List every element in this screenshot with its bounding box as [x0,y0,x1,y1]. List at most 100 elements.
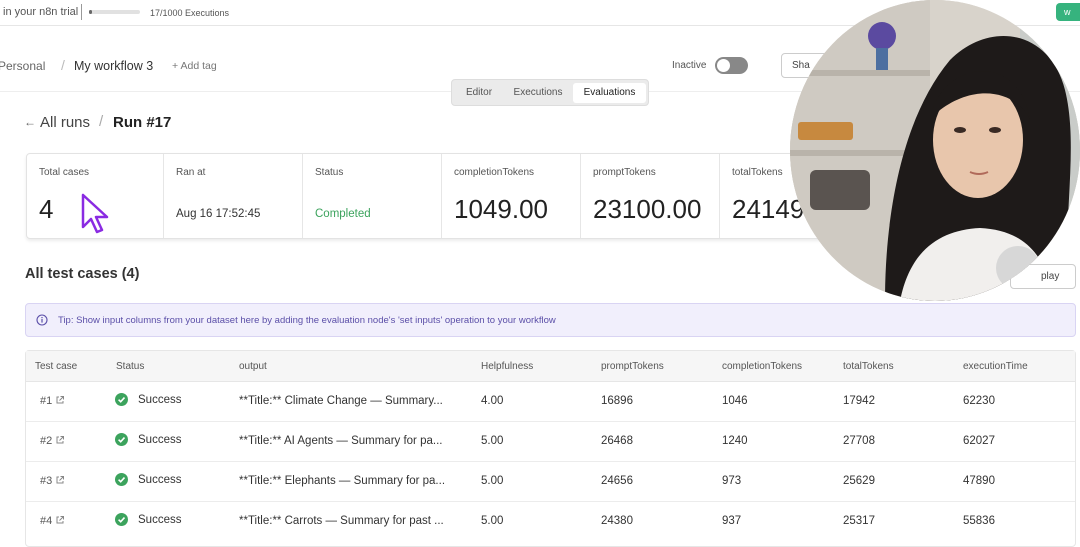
helpfulness-cell: 4.00 [481,395,504,407]
external-link-icon [56,436,65,444]
test-cases-table: Test case Status output Helpfulness prom… [25,350,1076,547]
info-icon [36,314,48,326]
completion-tokens-cell: 973 [722,475,742,487]
helpfulness-cell: 5.00 [481,515,504,527]
prompt-tokens-cell: 24656 [601,475,633,487]
ran-at-label: Ran at [176,167,206,178]
ran-at-card: Ran at Aug 16 17:52:45 [164,154,303,238]
execution-time-cell: 55836 [963,515,995,527]
toggle-knob [717,59,730,72]
ran-at-value: Aug 16 17:52:45 [176,208,261,220]
output-cell: **Title:** Climate Change — Summary... [239,395,443,407]
output-cell: **Title:** Elephants — Summary for pa... [239,475,446,487]
success-check-icon [115,473,128,486]
total-tokens-cell: 25317 [843,515,875,527]
tab-executions[interactable]: Executions [506,83,570,103]
trial-text: in your n8n trial [3,6,79,18]
total-tokens-cell: 27708 [843,435,875,447]
completion-tokens-cell: 1240 [722,435,748,447]
tip-text: Tip: Show input columns from your datase… [58,315,556,326]
test-case-link[interactable]: #4 [40,515,65,527]
prompt-tokens-label: promptTokens [593,167,656,178]
webcam-overlay [790,0,1080,301]
header-execution-time[interactable]: executionTime [963,361,1028,372]
test-case-link[interactable]: #2 [40,435,65,447]
completion-tokens-cell: 937 [722,515,742,527]
header-total-tokens[interactable]: totalTokens [843,361,894,372]
active-toggle[interactable] [715,57,748,74]
header-output[interactable]: output [239,361,267,372]
helpfulness-cell: 5.00 [481,475,504,487]
all-runs-link[interactable]: All runs [40,114,90,131]
status-value: Completed [315,208,371,220]
external-link-icon [56,396,65,404]
header-helpfulness[interactable]: Helpfulness [481,361,533,372]
test-case-link[interactable]: #1 [40,395,65,407]
table-row[interactable]: #1 Success **Title:** Climate Change — S… [26,382,1075,422]
breadcrumb-project[interactable]: Personal [0,59,45,73]
back-arrow-icon[interactable]: ← [24,115,36,129]
external-link-icon [56,516,65,524]
success-check-icon [115,393,128,406]
prompt-tokens-card: promptTokens 23100.00 [581,154,720,238]
external-link-icon [56,476,65,484]
status-text: Success [138,434,182,446]
total-cases-label: Total cases [39,167,90,178]
completion-tokens-cell: 1046 [722,395,748,407]
test-cases-title: All test cases (4) [25,266,140,282]
trial-divider [81,4,82,20]
prompt-tokens-cell: 16896 [601,395,633,407]
tab-evaluations[interactable]: Evaluations [573,83,646,103]
completion-tokens-label: completionTokens [454,167,535,178]
success-check-icon [115,433,128,446]
breadcrumb-separator: / [61,57,65,73]
output-cell: **Title:** AI Agents — Summary for pa... [239,435,443,447]
add-tag-button[interactable]: + Add tag [172,60,217,72]
workflow-name[interactable]: My workflow 3 [74,59,153,73]
status-text: Success [138,474,182,486]
test-case-id: #3 [40,475,53,487]
executions-progress-fill [89,10,92,14]
tab-editor[interactable]: Editor [456,83,502,103]
test-case-id: #2 [40,435,53,447]
header-prompt-tokens[interactable]: promptTokens [601,361,664,372]
cursor-icon [81,193,109,234]
test-case-id: #1 [40,395,53,407]
status-card: Status Completed [303,154,442,238]
prompt-tokens-cell: 26468 [601,435,633,447]
total-tokens-cell: 25629 [843,475,875,487]
run-title: Run #17 [113,114,172,131]
active-status-label: Inactive [672,60,707,71]
table-header: Test case Status output Helpfulness prom… [26,351,1075,382]
status-text: Success [138,514,182,526]
header-completion-tokens[interactable]: completionTokens [722,361,802,372]
status-label: Status [315,167,344,178]
prompt-tokens-cell: 24380 [601,515,633,527]
test-case-id: #4 [40,515,53,527]
status-text: Success [138,394,182,406]
header-test-case[interactable]: Test case [35,361,77,372]
header-status[interactable]: Status [116,361,144,372]
presenter-video [790,0,1080,301]
total-cases-value: 4 [39,194,54,224]
table-row[interactable]: #2 Success **Title:** AI Agents — Summar… [26,422,1075,462]
view-tabs: Editor Executions Evaluations [451,79,649,106]
upgrade-button[interactable]: w [1056,3,1080,21]
success-check-icon [115,513,128,526]
test-case-link[interactable]: #3 [40,475,65,487]
prompt-tokens-value: 23100.00 [593,194,702,224]
tip-banner: Tip: Show input columns from your datase… [25,303,1076,337]
run-summary: Total cases 4 Ran at Aug 16 17:52:45 Sta… [26,153,826,239]
execution-time-cell: 62230 [963,395,995,407]
helpfulness-cell: 5.00 [481,435,504,447]
execution-time-cell: 47890 [963,475,995,487]
table-row[interactable]: #4 Success **Title:** Carrots — Summary … [26,502,1075,542]
table-row[interactable]: #3 Success **Title:** Elephants — Summar… [26,462,1075,502]
completion-tokens-card: completionTokens 1049.00 [442,154,581,238]
completion-tokens-value: 1049.00 [454,194,548,224]
executions-progress-bar [89,10,140,14]
output-cell: **Title:** Carrots — Summary for past ..… [239,515,444,527]
execution-time-cell: 62027 [963,435,995,447]
total-tokens-cell: 17942 [843,395,875,407]
total-tokens-label: totalTokens [732,167,783,178]
